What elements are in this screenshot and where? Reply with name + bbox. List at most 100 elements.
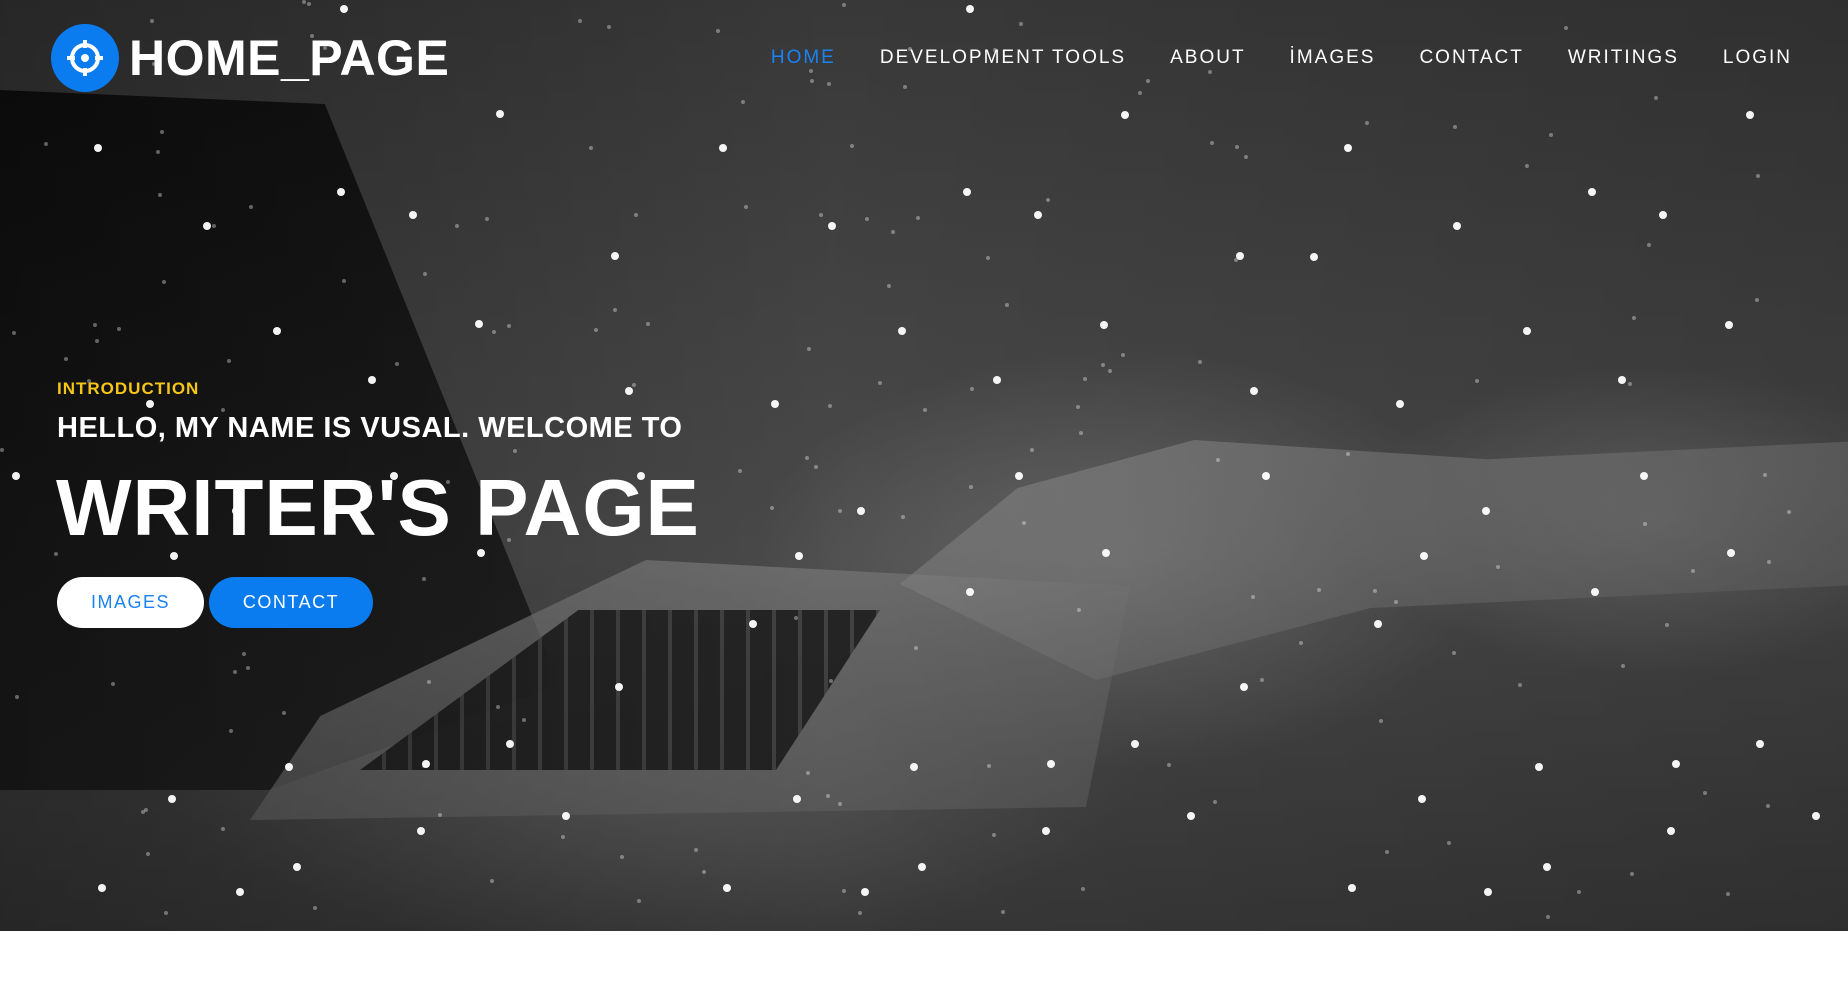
particle-dot-faint [716, 29, 720, 33]
particle-dot-faint [694, 848, 698, 852]
particle-dot-faint [613, 308, 617, 312]
particle-dot-faint [455, 224, 459, 228]
nav-item-home[interactable]: HOME [771, 47, 836, 69]
particle-dot-faint [992, 833, 996, 837]
particle-dot-faint [212, 224, 216, 228]
nav-item-writings[interactable]: WRITINGS [1568, 47, 1679, 69]
particle-dot-faint [117, 327, 121, 331]
particle-dot [1523, 327, 1531, 335]
particle-dot-faint [227, 359, 231, 363]
particle-dot [337, 188, 345, 196]
particle-dot [1667, 827, 1675, 835]
particle-dot-faint [828, 404, 832, 408]
particle-dot [273, 327, 281, 335]
particle-dot-faint [1167, 763, 1171, 767]
particle-dot-faint [1475, 379, 1479, 383]
particle-dot-faint [150, 19, 154, 23]
particle-dot [719, 144, 727, 152]
particle-dot [1482, 507, 1490, 515]
contact-button[interactable]: CONTACT [209, 577, 373, 628]
particle-dot-faint [858, 911, 862, 915]
particle-dot-faint [1755, 298, 1759, 302]
particle-dot-faint [1244, 155, 1248, 159]
particle-dot-faint [1703, 791, 1707, 795]
particle-dot-faint [1496, 565, 1500, 569]
particle-dot-faint [1564, 26, 1568, 30]
particle-dot-faint [744, 205, 748, 209]
particle-dot [1543, 863, 1551, 871]
hero-eyebrow: INTRODUCTION [57, 379, 200, 398]
particle-dot-faint [850, 144, 854, 148]
particle-dot-faint [1726, 892, 1730, 896]
nav-item-contact[interactable]: CONTACT [1419, 47, 1523, 69]
particle-dot-faint [1198, 360, 1202, 364]
particle-dot-faint [578, 19, 582, 23]
particle-dot-faint [1216, 458, 1220, 462]
nav-item-development-tools[interactable]: DEVELOPMENT TOOLS [880, 47, 1126, 69]
nav-item-images[interactable]: İMAGES [1290, 47, 1376, 69]
particle-dot-faint [1379, 719, 1383, 723]
particle-dot-faint [1079, 431, 1083, 435]
particle-dot-faint [1121, 353, 1125, 357]
nav-item-about[interactable]: ABOUT [1170, 47, 1245, 69]
nav-item-login[interactable]: LOGIN [1723, 47, 1792, 69]
particle-dot-faint [646, 322, 650, 326]
particle-dot [625, 387, 633, 395]
particle-dot [966, 5, 974, 13]
particle-dot-faint [164, 911, 168, 915]
particle-dot [918, 863, 926, 871]
particle-dot-faint [422, 577, 426, 581]
particle-dot-faint [513, 449, 517, 453]
particle-dot-faint [492, 330, 496, 334]
particle-dot-faint [427, 680, 431, 684]
particle-dot-faint [93, 323, 97, 327]
particle-dot [1131, 740, 1139, 748]
particle-dot-faint [95, 339, 99, 343]
particle-dot-faint [620, 855, 624, 859]
particle-dot-faint [1317, 588, 1321, 592]
particle-dot [98, 884, 106, 892]
crosshair-icon [51, 24, 119, 92]
particle-dot-faint [632, 383, 636, 387]
particle-dot [496, 110, 504, 118]
particle-dot-faint [1235, 145, 1239, 149]
particle-dot-faint [805, 456, 809, 460]
particle-dot-faint [490, 879, 494, 883]
particle-dot-faint [162, 280, 166, 284]
images-button[interactable]: IMAGES [57, 577, 204, 628]
particle-dot [963, 188, 971, 196]
particle-dot-faint [1525, 164, 1529, 168]
particle-dot-faint [1001, 910, 1005, 914]
particle-dot-faint [1756, 174, 1760, 178]
particle-dot-faint [1146, 79, 1150, 83]
brand-logo[interactable]: HOME_PAGE [51, 24, 449, 92]
particle-dot-faint [1138, 91, 1142, 95]
particle-dot-faint [1766, 804, 1770, 808]
particle-dot-faint [838, 802, 842, 806]
hero-subtitle: HELLO, MY NAME IS VUSAL. WELCOME TO [57, 412, 683, 444]
particle-dot-faint [1447, 841, 1451, 845]
particle-dot-faint [1763, 473, 1767, 477]
particle-dot-faint [1083, 377, 1087, 381]
particle-dot-faint [865, 217, 869, 221]
particle-dot [236, 888, 244, 896]
particle-dot-faint [12, 331, 16, 335]
particle-dot-faint [923, 408, 927, 412]
particle-dot-faint [158, 193, 162, 197]
particle-dot-faint [1019, 22, 1023, 26]
particle-dot [993, 376, 1001, 384]
particle-dot [475, 320, 483, 328]
particle-dot-faint [702, 870, 706, 874]
particle-dot-faint [809, 69, 813, 73]
particle-dot-faint [496, 705, 500, 709]
particle-dot-faint [842, 889, 846, 893]
particle-dot [506, 740, 514, 748]
particle-dot [1672, 760, 1680, 768]
particle-dot [340, 5, 348, 13]
particle-dot [1420, 552, 1428, 560]
particle-dot [1250, 387, 1258, 395]
particle-dot-faint [589, 146, 593, 150]
particle-dot-faint [819, 213, 823, 217]
particle-dot [1484, 888, 1492, 896]
particle-dot [1042, 827, 1050, 835]
